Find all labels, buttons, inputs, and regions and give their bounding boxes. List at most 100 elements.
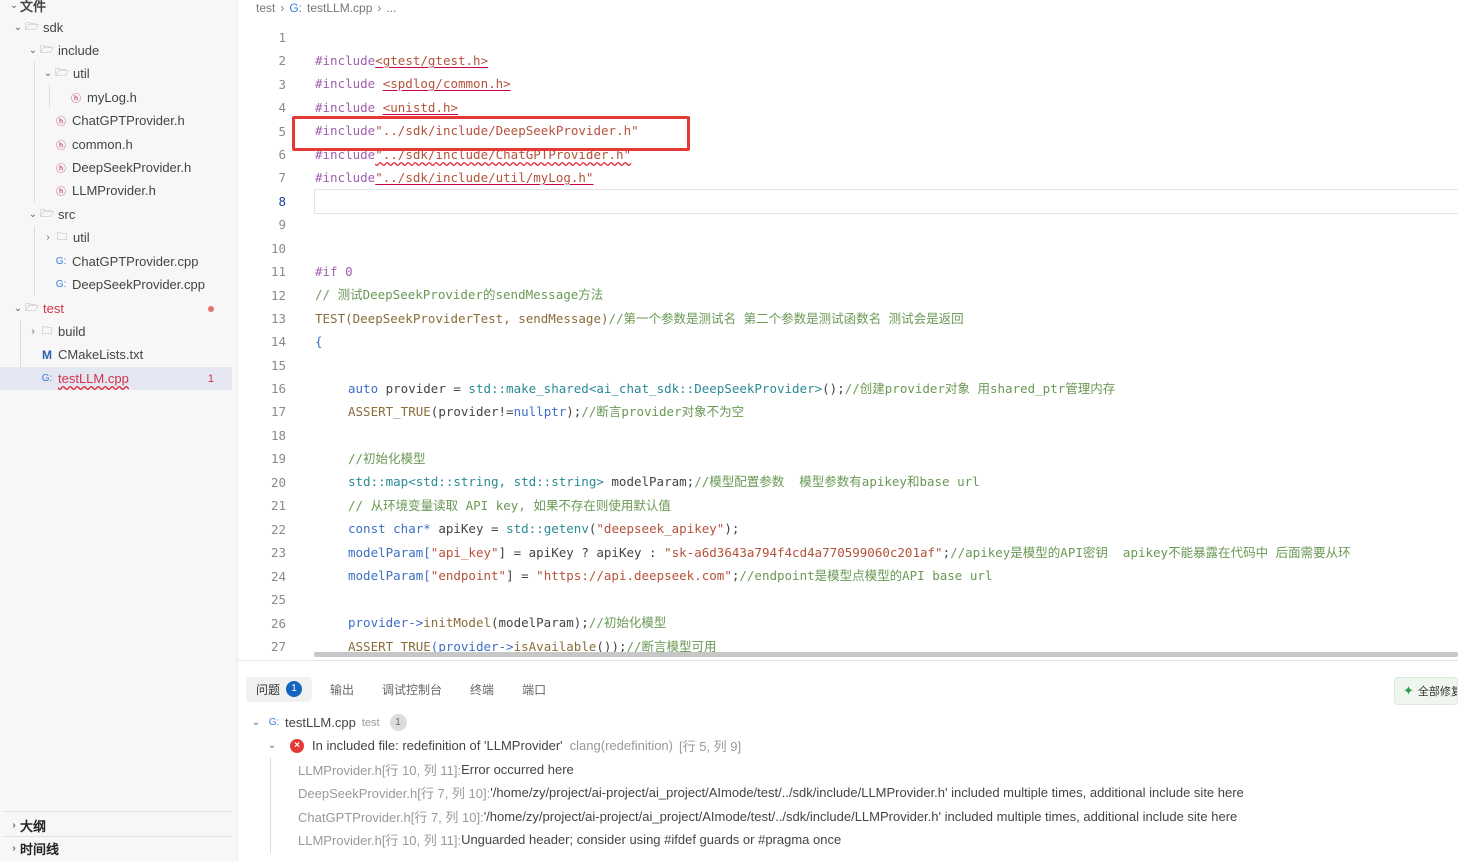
tree-label: util [73,66,90,81]
code-line[interactable]: // 从环境变量读取 API key, 如果不存在则使用默认值 [238,471,1458,513]
explorer-header[interactable]: ⌄ 文件 [8,0,240,17]
tab-label: 终端 [470,682,495,697]
code-line[interactable]: #if 0 [238,237,1458,279]
code-token: ] = [506,568,537,583]
file-explorer: ⌄ 文件 ⌄ 🗁 sdk ⌄ 🗁 include ⌄ 🗁 util ⓗ myLo… [0,0,238,861]
code-token: modelParam[ [348,568,431,583]
breadcrumb-more[interactable]: ... [386,1,396,15]
tree-label: myLog.h [87,90,137,105]
code-token: //endpoint是模型点模型的API base url [739,568,993,583]
code-token: { [315,334,323,349]
annotation-highlight-box [292,116,690,151]
explorer-title: 文件 [20,0,47,14]
code-token: "../sdk/include/util/myLog.h" [375,170,594,185]
tree-label: LLMProvider.h [72,183,156,198]
chevron-down-icon: ⌄ [28,209,38,220]
problem-detail-row[interactable]: DeepSeekProvider.h[行 7, 列 10]: '/home/zy… [238,781,1458,804]
code-line[interactable]: modelParam["api_key"] = apiKey ? apiKey … [238,518,1458,560]
problem-detail-row[interactable]: LLMProvider.h[行 10, 列 11]: Error occurre… [238,758,1458,781]
code-editor[interactable]: test › G: testLLM.cpp › ... 1 2 3 4 5 6 7 8 9 10 1… [238,0,1458,660]
tab-terminal[interactable]: 终端 [460,677,504,702]
code-line[interactable]: auto provider = std::make_shared<ai_chat… [238,354,1458,396]
detail-file: LLMProvider.h[行 10, 列 11]: [298,763,462,778]
cpp-file-icon: G: [289,1,303,15]
chevron-right-icon: › [280,1,285,15]
tree-label: ChatGPTProvider.h [72,113,185,128]
current-line-highlight [314,189,1458,214]
tab-problems[interactable]: 问题 1 [246,676,313,702]
code-line[interactable]: TEST(DeepSeekProviderTest, sendMessage)/… [238,284,1458,326]
tab-label: 输出 [330,682,355,697]
tree-item-src[interactable]: ⌄ 🗁 src [0,203,232,226]
tree-item-build[interactable]: › 🗀 build [0,320,232,343]
tab-label: 问题 [256,682,281,697]
tree-label: ChatGPTProvider.cpp [72,254,199,269]
problem-file-row[interactable]: ⌄ G: testLLM.cpp test 1 [238,711,1458,734]
problem-dot-icon [208,305,214,312]
error-source: clang(redefinition) [569,738,673,753]
cpp-file-icon: G: [268,717,280,728]
tree-item-chatgptprovider-h[interactable]: ⓗ ChatGPTProvider.h [0,109,232,132]
detail-file: DeepSeekProvider.h[行 7, 列 10]: [298,786,491,801]
problem-detail-row[interactable]: LLMProvider.h[行 10, 列 11]: Unguarded hea… [238,828,1458,851]
tree-item-sdk[interactable]: ⌄ 🗁 sdk [0,16,232,39]
problem-count-badge: 1 [207,372,214,385]
code-line[interactable]: #include <unistd.h> [238,73,1458,115]
tree-item-llmprovider-h[interactable]: ⓗ LLMProvider.h [0,179,232,202]
tree-item-cmakelists[interactable]: M CMakeLists.txt [0,343,232,366]
sparkle-icon: ✦ [1403,683,1414,698]
code-line[interactable]: //初始化模型 [238,424,1458,466]
code-token: "https://api.deepseek.com" [536,568,732,583]
code-line[interactable]: #include <spdlog/common.h> [238,49,1458,91]
timeline-section[interactable]: › 时间线 [0,837,232,860]
tree-item-deepseekprovider-cpp[interactable]: G: DeepSeekProvider.cpp [0,273,232,296]
tree-item-util-src[interactable]: › 🗀 util [0,226,232,249]
code-line[interactable]: { [238,307,1458,349]
code-line[interactable]: provider->initModel(modelParam);//初始化模型 [238,588,1458,630]
problem-error-row[interactable]: ⌄ × In included file: redefinition of 'L… [238,734,1458,757]
breadcrumb-file[interactable]: testLLM.cpp [307,1,372,15]
horizontal-scrollbar[interactable] [314,652,1458,657]
problems-panel: 问题 1 输出 调试控制台 终端 端口 ✦ 全部修复 ⌄ G: testLLM.… [238,660,1458,861]
line-number: 9 [278,217,286,232]
detail-file: ChatGPTProvider.h[行 7, 列 10]: [298,810,484,825]
tab-label: 调试控制台 [382,682,443,697]
code-line[interactable]: modelParam["endpoint"] = "https://api.de… [238,541,1458,583]
code-line[interactable]: ASSERT_TRUE(provider->isAvailable());//断… [238,612,1458,654]
tree-item-deepseekprovider-h[interactable]: ⓗ DeepSeekProvider.h [0,156,232,179]
panel-tabs: 问题 1 输出 调试控制台 终端 端口 [246,675,556,703]
tree-label: sdk [43,20,64,35]
code-token: ); [566,404,582,419]
fix-all-button[interactable]: ✦ 全部修复 [1394,677,1458,705]
code-line[interactable]: #include<gtest/gtest.h> [238,26,1458,68]
cpp-file-icon: G: [55,256,67,267]
problem-file-count: 1 [389,714,407,731]
cpp-file-icon: G: [41,373,53,384]
tab-ports[interactable]: 端口 [512,677,556,702]
tab-output[interactable]: 输出 [320,677,364,702]
outline-section[interactable]: › 大纲 [0,814,232,837]
header-file-icon: ⓗ [56,187,66,198]
tree-label: testLLM.cpp [58,371,129,386]
chevron-down-icon: ⌄ [9,0,19,11]
tree-item-testllm-cpp[interactable]: G: testLLM.cpp 1 [0,367,232,390]
chevron-down-icon: ⌄ [267,740,277,751]
tree-label: DeepSeekProvider.h [72,160,192,175]
folder-open-icon: 🗁 [25,302,39,314]
code-line[interactable]: const char* apiKey = std::getenv("deepse… [238,494,1458,536]
code-token: #include [315,170,376,185]
tree-item-chatgptprovider-cpp[interactable]: G: ChatGPTProvider.cpp [0,250,232,273]
header-file-icon: ⓗ [56,164,66,175]
tree-item-test[interactable]: ⌄ 🗁 test [0,297,232,320]
tree-item-include[interactable]: ⌄ 🗁 include [0,39,232,62]
tab-debug-console[interactable]: 调试控制台 [372,677,452,702]
chevron-right-icon: › [377,1,382,15]
code-line[interactable]: ASSERT_TRUE(provider!=nullptr);//断言provi… [238,377,1458,419]
code-line[interactable]: // 测试DeepSeekProvider的sendMessage方法 [238,260,1458,302]
folder-open-icon: 🗁 [40,44,54,56]
code-line[interactable]: std::map<std::string, std::string> model… [238,447,1458,489]
breadcrumb: test › G: testLLM.cpp › ... [256,0,396,16]
tree-item-common-h[interactable]: ⓗ common.h [0,133,232,156]
problem-detail-row[interactable]: ChatGPTProvider.h[行 7, 列 10]: '/home/zy/… [238,805,1458,828]
breadcrumb-folder[interactable]: test [256,1,275,15]
